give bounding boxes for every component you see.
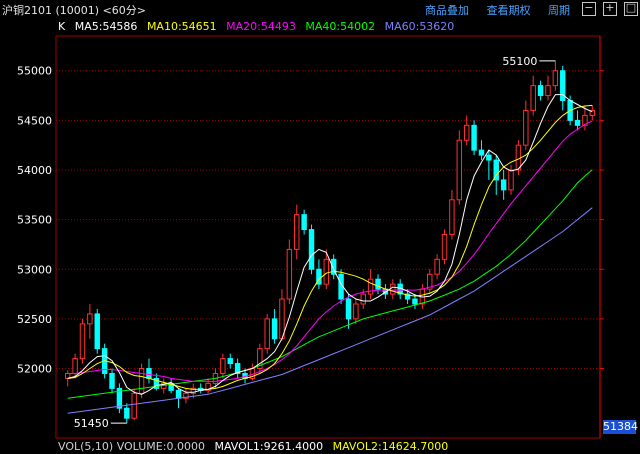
- candle-up: [456, 139, 463, 201]
- candle-up: [390, 283, 396, 295]
- candle-down: [471, 124, 477, 151]
- candle-up: [87, 313, 93, 325]
- y-tick-label: 52500: [17, 313, 52, 326]
- candle-up: [294, 214, 300, 250]
- candle-up: [264, 318, 270, 350]
- candle-up: [220, 358, 226, 374]
- candle-down: [412, 298, 418, 305]
- candle-down: [345, 298, 352, 320]
- annotation-high-label: 55100: [502, 55, 537, 68]
- candle-down: [301, 214, 307, 231]
- candle-up: [434, 258, 440, 275]
- y-tick-label: 54500: [17, 114, 52, 127]
- candle-up: [515, 144, 522, 171]
- candle-down: [308, 229, 315, 270]
- candle-down: [500, 179, 507, 191]
- y-tick-label: 53000: [17, 263, 52, 276]
- volume-bar: VOL(5,10) VOLUME:0.0000 MAVOL1:9261.4000…: [58, 440, 454, 453]
- candle-up: [449, 199, 455, 236]
- vol-label: VOL(5,10) VOLUME:0.0000: [58, 440, 205, 453]
- ma40-line: [67, 169, 593, 399]
- candle-up: [138, 368, 145, 394]
- plot-frame: [55, 35, 601, 439]
- candle-up: [508, 169, 514, 191]
- candle-up: [323, 258, 330, 285]
- candle-up: [353, 303, 359, 320]
- y-tick-label: 53500: [17, 214, 52, 227]
- candle-down: [227, 358, 233, 365]
- mavol1-label: MAVOL1:9261.4000: [214, 440, 324, 453]
- candle-down: [146, 368, 152, 379]
- candle-up: [360, 293, 366, 305]
- ma5-line: [67, 94, 593, 395]
- candle-up: [286, 248, 293, 300]
- candlestick-chart[interactable]: 52000 52500 53000 53500 54000 54500 55000 55100…: [0, 0, 640, 454]
- candle-up: [441, 234, 448, 260]
- y-tick-label: 55000: [17, 65, 52, 78]
- candle-up: [552, 70, 559, 87]
- ma10-line: [67, 104, 593, 390]
- candle-down: [94, 313, 100, 350]
- current-price-box: 51384: [603, 420, 638, 434]
- candle-up: [131, 392, 137, 419]
- candle-up: [545, 85, 551, 97]
- candle-up: [530, 85, 536, 111]
- annotation-low-label: 51450: [74, 417, 109, 430]
- y-tick-label: 52000: [17, 363, 52, 376]
- ma60-line: [67, 207, 593, 414]
- candle-up: [72, 358, 78, 374]
- candle-down: [124, 407, 130, 419]
- candle-up: [367, 278, 374, 295]
- candle-up: [463, 124, 470, 141]
- y-tick-label: 54000: [17, 164, 52, 177]
- candle-down: [486, 154, 492, 161]
- mavol2-label: MAVOL2:14624.7000: [332, 440, 449, 453]
- candle-down: [537, 85, 544, 97]
- candle-down: [478, 149, 485, 156]
- candle-down: [175, 389, 182, 399]
- candle-down: [271, 318, 278, 340]
- candle-up: [79, 323, 86, 360]
- candle-down: [109, 372, 115, 389]
- candle-up: [523, 109, 529, 146]
- candle-down: [375, 278, 381, 290]
- candle-down: [574, 119, 581, 126]
